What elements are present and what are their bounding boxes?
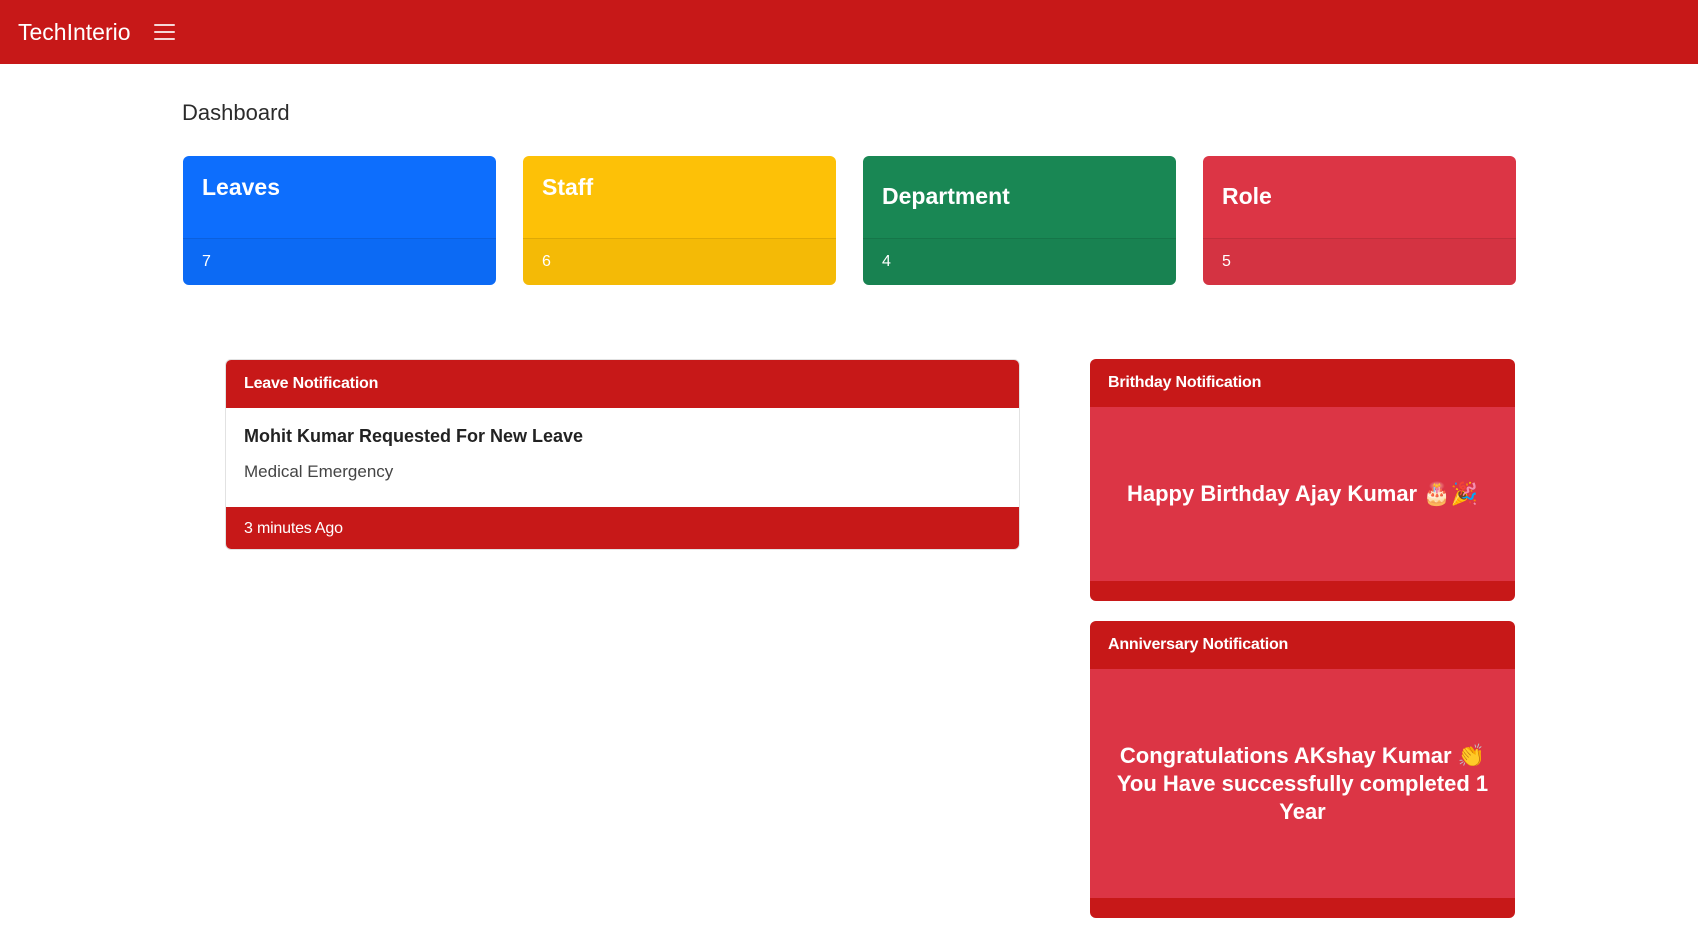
stat-card-value: 6 <box>542 253 551 270</box>
stat-card-title: Staff <box>542 174 594 200</box>
menu-icon-bar <box>154 31 175 33</box>
birthday-notification-footer <box>1090 581 1515 601</box>
stat-card-header: Leaves <box>183 156 496 239</box>
stat-card-header: Staff <box>523 156 836 239</box>
leave-notification-card: Leave Notification Mohit Kumar Requested… <box>225 359 1020 550</box>
staff-stat-card[interactable]: Staff 6 <box>523 156 836 285</box>
birthday-notification-header: Brithday Notification <box>1090 359 1515 407</box>
stat-card-title: Role <box>1222 183 1272 209</box>
anniversary-notification-card: Anniversary Notification Congratulations… <box>1090 621 1515 918</box>
leave-notification-body[interactable]: Mohit Kumar Requested For New Leave Medi… <box>226 408 1019 507</box>
stat-card-footer: 5 <box>1203 239 1516 285</box>
role-stat-card[interactable]: Role 5 <box>1203 156 1516 285</box>
page-title: Dashboard <box>182 100 290 125</box>
stat-card-value: 7 <box>202 253 211 270</box>
leaves-stat-card[interactable]: Leaves 7 <box>183 156 496 285</box>
leave-notification-time: 3 minutes Ago <box>226 507 1019 549</box>
stat-card-title: Leaves <box>202 174 281 200</box>
leave-request-reason: Medical Emergency <box>244 462 394 481</box>
stat-card-footer: 4 <box>863 239 1176 285</box>
birthday-notification-body: Happy Birthday Ajay Kumar 🎂🎉 <box>1090 407 1515 581</box>
brand-logo[interactable]: TechInterio <box>18 18 131 46</box>
anniversary-notification-body: Congratulations AKshay Kumar 👏 You Have … <box>1090 669 1515 898</box>
stat-card-header: Role <box>1203 156 1516 239</box>
top-navbar: TechInterio <box>0 0 1698 64</box>
stat-card-header: Department <box>863 156 1176 239</box>
stat-card-value: 5 <box>1222 253 1231 270</box>
anniversary-notification-header: Anniversary Notification <box>1090 621 1515 669</box>
menu-icon-bar <box>154 38 175 40</box>
hamburger-menu-icon[interactable] <box>152 20 176 44</box>
menu-icon-bar <box>154 24 175 26</box>
leave-request-heading: Mohit Kumar Requested For New Leave <box>244 426 584 446</box>
anniversary-notification-footer <box>1090 898 1515 918</box>
stat-card-title: Department <box>882 183 1010 209</box>
stat-card-value: 4 <box>882 253 891 270</box>
stat-card-footer: 7 <box>183 239 496 285</box>
stat-card-footer: 6 <box>523 239 836 285</box>
leave-notification-header: Leave Notification <box>226 360 1019 408</box>
birthday-message: Happy Birthday Ajay Kumar 🎂🎉 <box>1126 481 1479 506</box>
birthday-notification-card: Brithday Notification Happy Birthday Aja… <box>1090 359 1515 601</box>
anniversary-message: Congratulations AKshay Kumar 👏 You Have … <box>1116 742 1489 824</box>
department-stat-card[interactable]: Department 4 <box>863 156 1176 285</box>
